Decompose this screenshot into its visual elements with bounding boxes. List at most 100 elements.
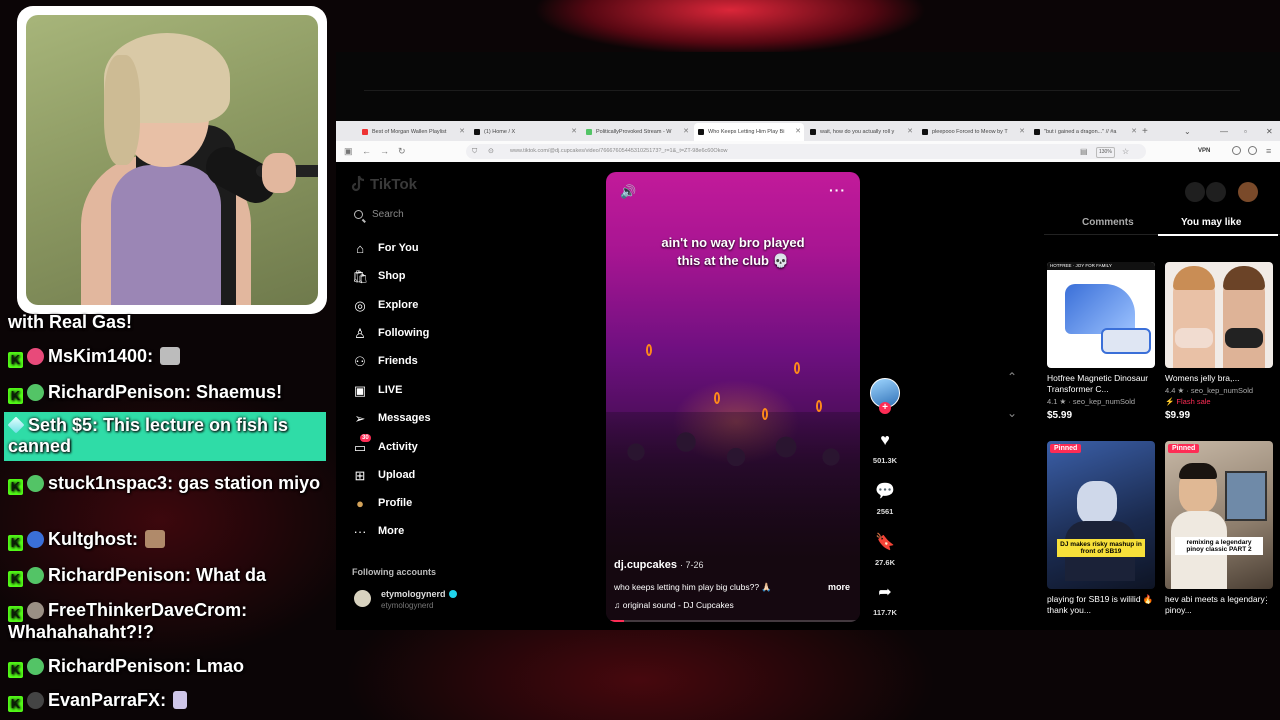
video-player[interactable]: 🔊 ··· ain't no way bro played this at th… [606,172,860,622]
user-avatar-icon [27,692,44,709]
previous-video-icon[interactable]: ⌃ [1007,370,1017,384]
site-info-icon[interactable]: ⊙ [488,144,494,159]
close-tab-icon[interactable]: ✕ [683,123,689,141]
reader-view-icon[interactable]: ▤ [1080,144,1088,159]
search-icon[interactable] [354,210,363,219]
tab-list-icon[interactable]: ⌄ [1184,123,1191,141]
chat-message: K RichardPenison: What da [8,565,330,587]
zoom-level[interactable]: 130% [1096,147,1115,158]
nav-messages[interactable]: ➢ Messages [352,409,552,429]
sidebar-toggle-icon[interactable]: ▣ [344,144,353,159]
chat-message-highlighted: Seth $5: This lecture on fish is canned [4,412,326,461]
kick-badge-icon: K [8,606,23,622]
comment-button[interactable]: 💬 2561 [870,483,900,516]
next-video-icon[interactable]: ⌄ [1007,406,1017,420]
close-tab-icon[interactable]: ✕ [571,123,577,141]
vpn-button[interactable]: VPN [1198,144,1210,159]
browser-tab[interactable]: "but i gained a dragon..." // #a ✕ [1030,123,1140,141]
tiktok-logo[interactable]: TikTok [370,176,417,193]
nav-more[interactable]: ··· More [352,522,552,542]
chat-message: K RichardPenison: Shaemus! [8,382,330,404]
product-card[interactable]: HOTFREE · JOY FOR FAMILY Hotfree Magneti… [1047,262,1155,421]
more-options-icon[interactable]: ⋮ [1144,595,1153,606]
tab-comments[interactable]: Comments [1082,217,1134,228]
save-button[interactable]: 🔖 27.6K [870,534,900,567]
nav-friends[interactable]: ⚇ Friends [352,352,552,372]
nav-for-you[interactable]: ⌂ For You [352,239,552,259]
extensions-icon[interactable] [1248,146,1257,155]
browser-tab[interactable]: wait, how do you actually roll y ✕ [806,123,916,141]
activity-badge: 30 [360,434,371,442]
video-sound[interactable]: ♫ original sound - DJ Cupcakes [614,600,734,610]
video-card[interactable]: Pinned remixing a legendary pinoy classi… [1165,441,1273,616]
browser-tab-active[interactable]: Who Keeps Letting Him Play Bi ✕ [694,123,804,141]
nav-live[interactable]: ▣ LIVE [352,381,552,401]
chat-username: EvanParraFX [48,690,161,710]
avatar[interactable] [354,590,371,607]
compass-icon[interactable] [1185,182,1205,202]
product-price: $9.99 [1165,410,1191,421]
tab-bar: Best of Morgan Wallen Playlist ✕ (1) Home… [336,121,1280,141]
video-card[interactable]: Pinned DJ makes risky mashup in front of… [1047,441,1155,616]
video-author[interactable]: dj.cupcakes · 7-26 [614,559,704,571]
product-thumbnail: HOTFREE · JOY FOR FAMILY [1047,262,1155,368]
bookmark-icon[interactable]: ☆ [1122,144,1129,159]
user-avatar-icon [27,658,44,675]
chat-message: K RichardPenison: Lmao [8,656,330,678]
forward-icon[interactable]: → [380,144,389,159]
youtube-icon [362,129,368,135]
close-tab-icon[interactable]: ✕ [1131,123,1137,141]
following-account-name[interactable]: etymologynerd [381,589,457,599]
video-overlay-text: DJ makes risky mashup in front of SB19 [1057,539,1145,557]
verified-icon [448,590,457,598]
close-tab-icon[interactable]: ✕ [1019,123,1025,141]
volume-icon[interactable]: 🔊 [620,184,636,200]
comment-count: 2561 [876,507,894,516]
nav-explore[interactable]: ◎ Explore [352,296,552,316]
nav-activity[interactable]: ▭ 30 Activity [352,434,552,458]
description-more-button[interactable]: more [828,582,850,592]
menu-icon[interactable]: ≡ [1266,144,1271,159]
video-progress-bar[interactable] [606,620,860,622]
follow-plus-icon[interactable]: + [879,402,891,414]
browser-tab[interactable]: pleepooo Forced to Meow by T ✕ [918,123,1028,141]
close-tab-icon[interactable]: ✕ [795,123,801,141]
more-options-icon[interactable]: ··· [829,182,846,198]
chat-username: stuck1nspac3 [48,473,168,493]
close-tab-icon[interactable]: ✕ [907,123,913,141]
back-icon[interactable]: ← [362,144,371,159]
avatar[interactable] [1238,182,1258,202]
pinned-badge: Pinned [1050,444,1082,453]
kick-badge-icon: K [8,388,23,404]
nav-following[interactable]: ♙ Following [352,324,552,344]
chat-message: K MsKim1400: [8,346,330,368]
account-icon[interactable] [1232,146,1241,155]
product-thumbnail [1165,262,1273,368]
minimize-button[interactable]: — [1220,123,1228,141]
product-card[interactable]: Womens jelly bra,... 4.4 ★ · seo_kep_num… [1165,262,1273,421]
new-tab-button[interactable]: + [1142,123,1148,141]
address-bar[interactable]: ⛉ ⊙ www.tiktok.com/@dj.cupcakes/video/76… [466,144,1146,159]
browser-tab[interactable]: PoliticallyProvoked Stream - W ✕ [582,123,692,141]
shield-icon[interactable]: ⛉ [472,144,477,159]
more-options-icon[interactable]: ⋮ [1262,595,1271,606]
search-input[interactable]: Search [372,209,404,220]
user-avatar-icon [27,602,44,619]
browser-tab[interactable]: Best of Morgan Wallen Playlist ✕ [358,123,468,141]
maximize-button[interactable]: ▫ [1244,123,1247,141]
close-window-button[interactable]: ✕ [1266,123,1273,141]
comment-icon: 💬 [875,483,895,500]
nav-shop[interactable]: 🛍 Shop [352,267,552,287]
like-button[interactable]: ♥ 501.3K [870,432,900,465]
browser-tab[interactable]: (1) Home / X ✕ [470,123,580,141]
share-button[interactable]: ➦ 117.7K [870,584,900,617]
nav-profile[interactable]: ● Profile [352,494,552,514]
reload-icon[interactable]: ↻ [398,144,406,159]
tab-you-may-like[interactable]: You may like [1181,217,1241,228]
video-title: playing for SB19 is wililid 🔥 thank you.… [1047,594,1154,615]
close-tab-icon[interactable]: ✕ [459,123,465,141]
phone-icon[interactable] [1206,182,1226,202]
tiktok-icon [922,129,928,135]
nav-upload[interactable]: ⊞ Upload [352,466,552,486]
tiktok-icon [698,129,704,135]
